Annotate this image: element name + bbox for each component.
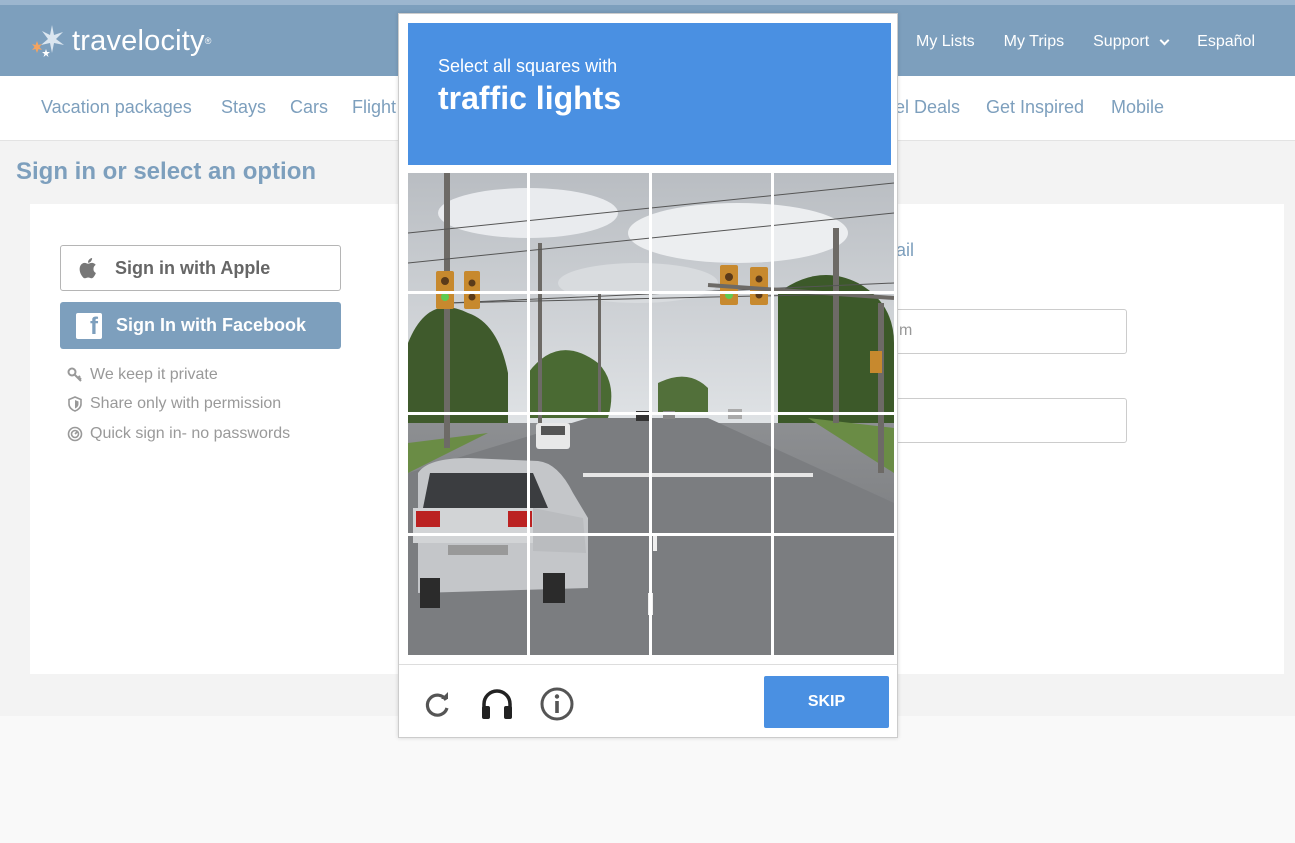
top-nav: My Lists My Trips Support Español: [878, 33, 1255, 51]
captcha-tile[interactable]: [774, 294, 892, 412]
nav-espanol[interactable]: Español: [1197, 33, 1255, 51]
captcha-tile[interactable]: [408, 294, 526, 412]
nav-my-lists[interactable]: My Lists: [916, 33, 975, 51]
logo-text: travelocity: [72, 24, 205, 57]
captcha-grid: [408, 173, 894, 655]
captcha-tile[interactable]: [530, 294, 648, 412]
captcha-dialog: Select all squares with traffic lights S…: [398, 13, 898, 738]
password-input[interactable]: [895, 398, 1127, 443]
logo[interactable]: travelocity ®: [30, 23, 211, 59]
subnav-travel-deals[interactable]: el Deals: [895, 97, 960, 118]
page-title: Sign in or select an option: [16, 158, 317, 185]
subnav-stays[interactable]: Stays: [221, 97, 266, 118]
captcha-instruction: Select all squares with: [438, 56, 618, 76]
feature-quick-signin-text: Quick sign in- no passwords: [90, 425, 291, 442]
captcha-tile[interactable]: [774, 536, 892, 654]
captcha-tile[interactable]: [774, 415, 892, 533]
chevron-down-icon: [1159, 35, 1170, 45]
skip-button[interactable]: SKIP: [764, 676, 889, 728]
facebook-button-label: Sign In with Facebook: [116, 315, 307, 335]
email-input[interactable]: m: [895, 309, 1127, 354]
subnav-mobile[interactable]: Mobile: [1111, 97, 1164, 118]
captcha-tile[interactable]: [530, 536, 648, 654]
sign-in-facebook-button[interactable]: f Sign In with Facebook: [60, 302, 341, 349]
captcha-target: traffic lights: [438, 80, 622, 116]
apple-button-label: Sign in with Apple: [115, 257, 271, 278]
logo-registered-mark: ®: [204, 36, 212, 46]
email-input-text: m: [899, 322, 913, 339]
captcha-tile[interactable]: [408, 173, 526, 291]
subnav-vacation-packages[interactable]: Vacation packages: [41, 97, 192, 118]
feature-quick-signin: Quick sign in- no passwords: [67, 425, 290, 443]
captcha-tile[interactable]: [652, 415, 770, 533]
nav-my-trips[interactable]: My Trips: [1004, 33, 1064, 51]
captcha-header: Select all squares with traffic lights: [408, 23, 891, 165]
reload-icon[interactable]: [419, 686, 455, 722]
captcha-tile[interactable]: [408, 415, 526, 533]
key-icon: [67, 367, 82, 382]
feature-permission: Share only with permission: [67, 395, 281, 413]
feature-permission-text: Share only with permission: [90, 395, 282, 412]
shield-icon: [68, 396, 82, 412]
info-icon[interactable]: [539, 686, 575, 722]
captcha-tile[interactable]: [652, 173, 770, 291]
captcha-footer-divider: [399, 664, 897, 665]
sign-in-apple-button[interactable]: Sign in with Apple: [60, 245, 341, 291]
email-heading-fragment: ail: [896, 240, 915, 260]
captcha-tile[interactable]: [408, 536, 526, 654]
quick-signin-icon: [67, 426, 83, 442]
captcha-tile[interactable]: [652, 536, 770, 654]
subnav-flights[interactable]: Flight: [352, 97, 396, 118]
captcha-tile[interactable]: [652, 294, 770, 412]
feature-private-text: We keep it private: [90, 366, 218, 383]
captcha-tile[interactable]: [774, 173, 892, 291]
captcha-tile[interactable]: [530, 173, 648, 291]
captcha-tile[interactable]: [530, 415, 648, 533]
logo-star-icon: [32, 25, 64, 57]
audio-icon[interactable]: [479, 686, 515, 722]
feature-private: We keep it private: [67, 366, 218, 384]
subnav-get-inspired[interactable]: Get Inspired: [986, 97, 1084, 118]
nav-support-label: Support: [1093, 33, 1150, 50]
nav-support[interactable]: Support: [1093, 33, 1170, 51]
apple-icon: [79, 258, 96, 279]
facebook-icon: f: [76, 312, 102, 340]
subnav-cars[interactable]: Cars: [290, 97, 328, 118]
